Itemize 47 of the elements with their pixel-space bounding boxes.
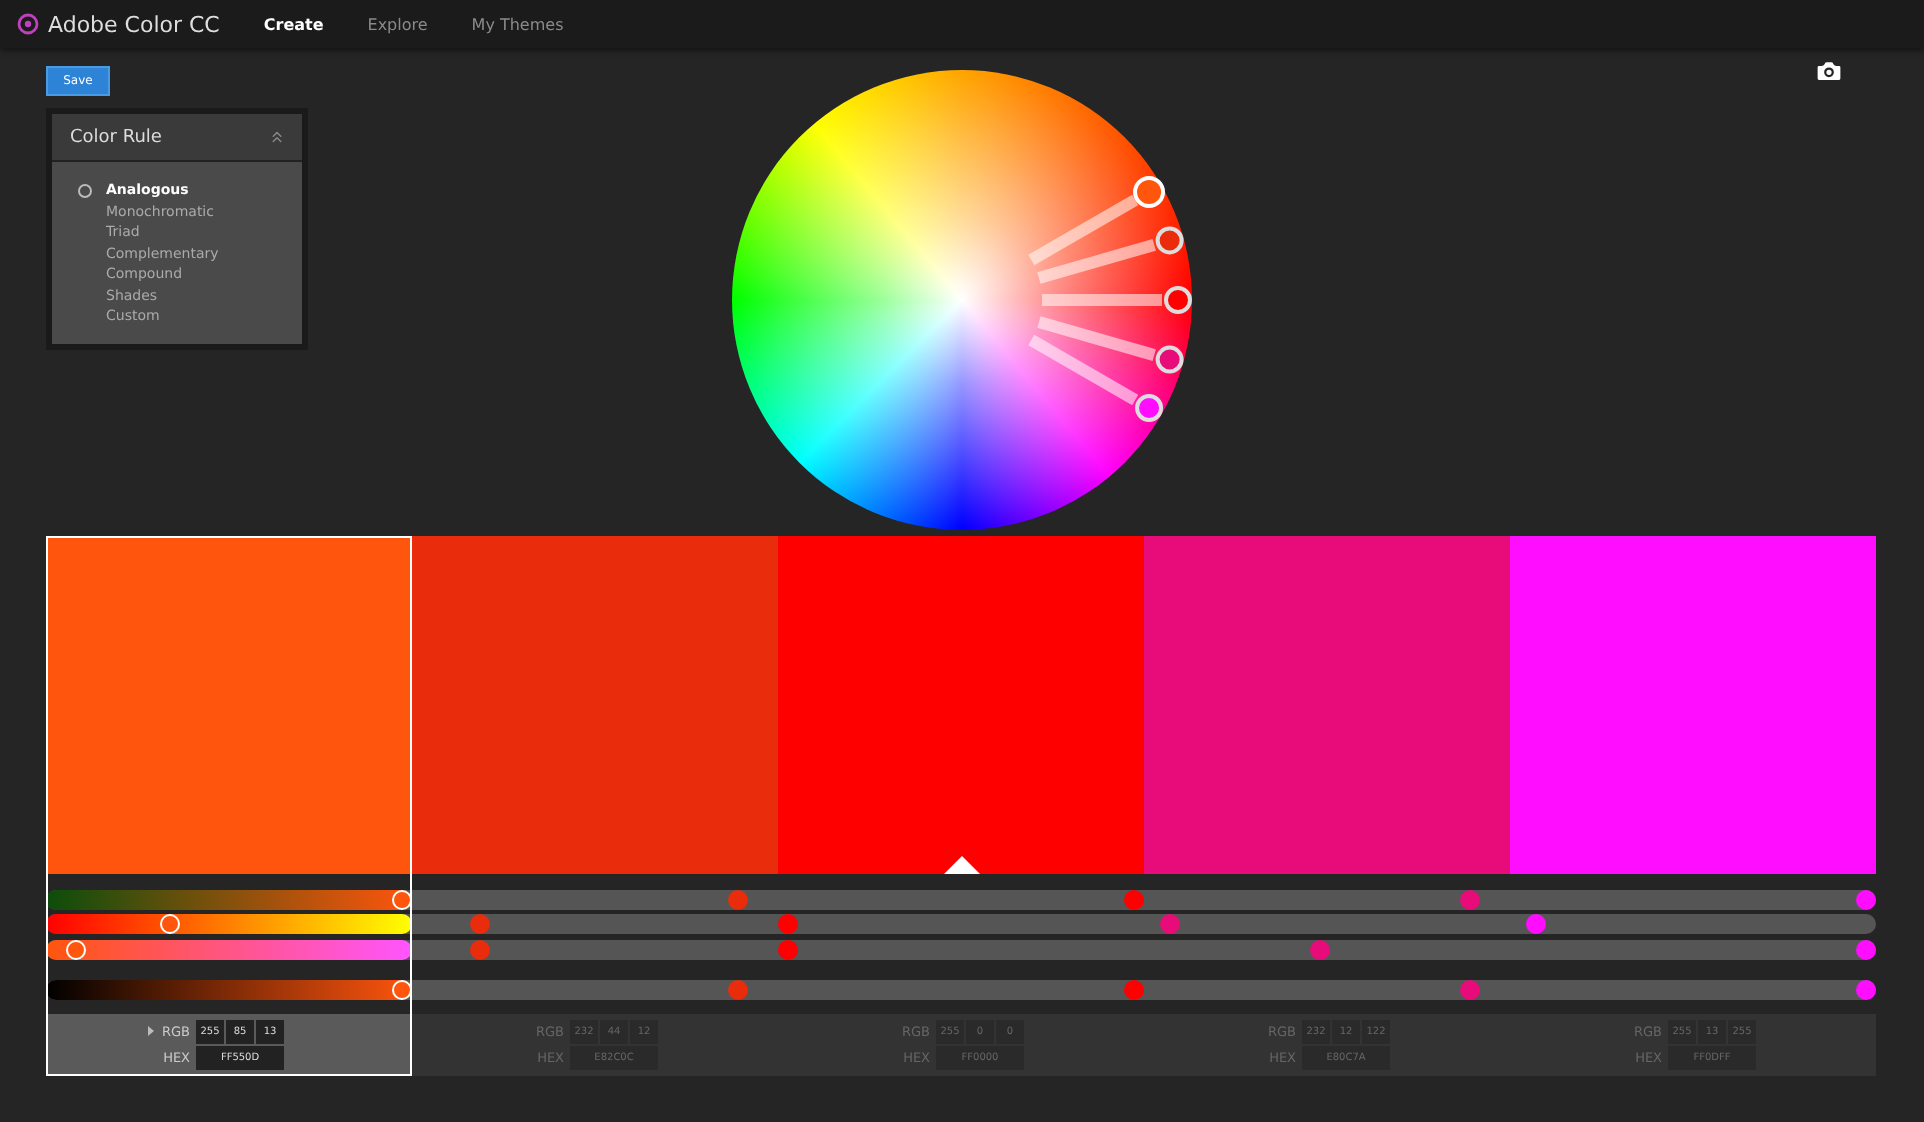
slider-dot[interactable] [727,980,748,1000]
nav-link[interactable]: Explore [367,15,428,33]
gradient-slider[interactable] [46,914,412,934]
slider-track[interactable] [46,890,1876,910]
handle-line [1042,294,1162,306]
color-swatch[interactable] [778,536,1144,874]
color-swatch[interactable] [1510,536,1876,874]
color-swatch[interactable] [1144,536,1510,874]
color-handle[interactable] [1164,286,1192,314]
camera-icon[interactable] [1814,56,1844,86]
slider-dot[interactable] [1124,890,1145,910]
caret-icon[interactable] [148,1026,154,1036]
color-handle[interactable] [1155,226,1184,255]
gradient-slider[interactable] [46,980,412,1000]
slider-dot[interactable] [727,890,748,910]
slider-dot[interactable] [777,914,798,934]
color-swatch[interactable] [46,536,412,874]
color-swatch[interactable] [412,536,778,874]
slider-dot[interactable] [1856,890,1877,910]
slider-dot[interactable] [1459,890,1480,910]
slider-dot[interactable] [777,940,798,960]
gradient-slider[interactable] [46,890,412,910]
collapse-icon[interactable] [268,128,286,146]
slider-thumb[interactable] [65,940,86,960]
slider-dot[interactable] [1525,914,1546,934]
color-handle[interactable] [1135,394,1164,422]
slider-dot[interactable] [1856,940,1877,960]
slider-dot[interactable] [1159,914,1180,934]
slider-track[interactable] [46,980,1876,1000]
slider-dot[interactable] [1309,940,1330,960]
slider-track[interactable] [46,914,1876,934]
slider-dot[interactable] [1124,980,1145,1000]
slider-dot[interactable] [1856,980,1877,1000]
slider-thumb[interactable] [391,890,411,910]
slider-dot[interactable] [469,940,490,960]
slider-thumb[interactable] [160,914,181,934]
app-title: Adobe Color CC [48,11,220,37]
logo-icon [16,12,40,36]
gradient-slider[interactable] [46,940,412,960]
nav-link[interactable]: Create [263,15,324,33]
slider-track[interactable] [46,940,1876,960]
color-handle[interactable] [1155,345,1184,374]
panel-title: Color Rule [70,127,162,147]
nav-link[interactable]: My Themes [471,15,564,33]
slider-thumb[interactable] [391,980,411,1000]
slider-dot[interactable] [469,914,490,934]
slider-dot[interactable] [1459,980,1480,1000]
